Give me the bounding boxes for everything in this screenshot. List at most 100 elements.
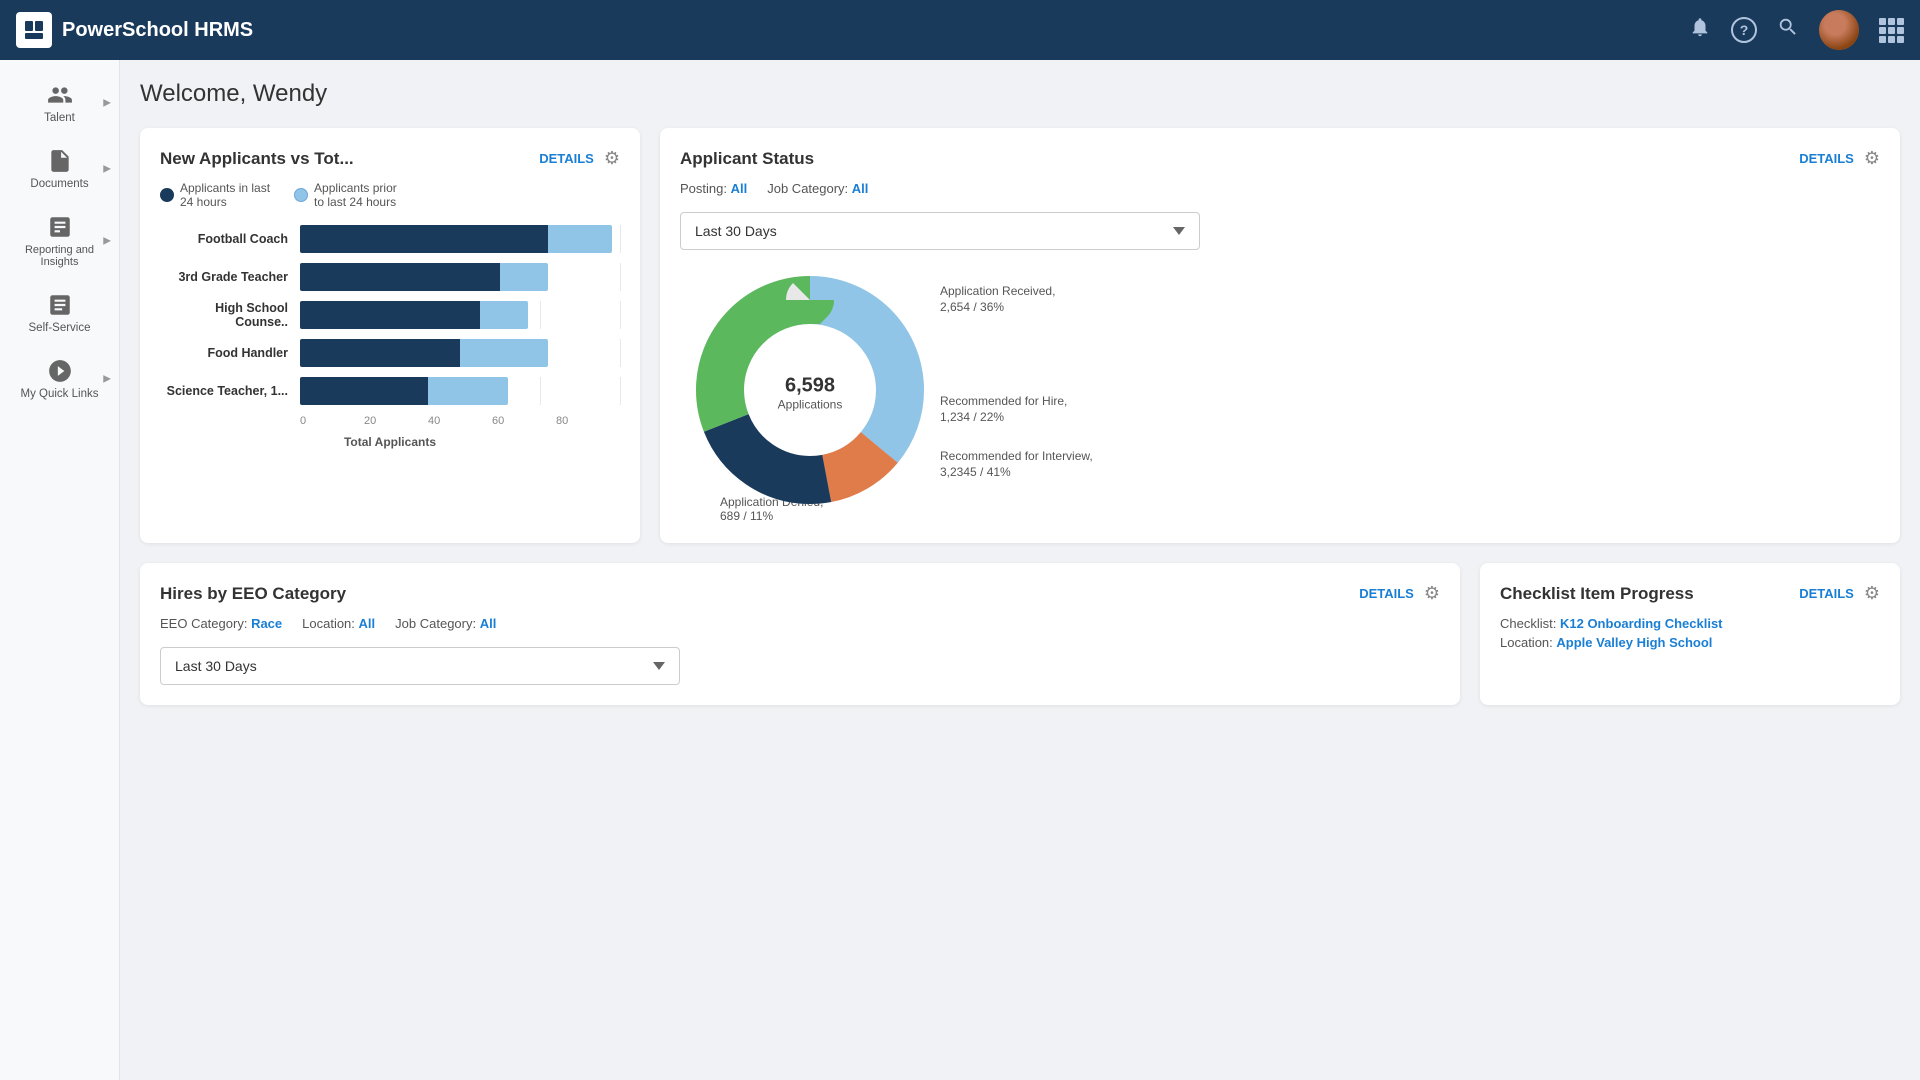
hires-location-value: All bbox=[359, 616, 376, 631]
interview-value: 3,2345 / 41% bbox=[940, 465, 1011, 479]
documents-arrow: ▶ bbox=[103, 164, 111, 175]
job-category-label: Job Category: All bbox=[767, 181, 868, 196]
hires-eeo-dropdown[interactable]: Last 30 Days Last 7 Days Last 90 Days La… bbox=[160, 647, 680, 685]
hires-eeo-details-link[interactable]: DETAILS bbox=[1359, 586, 1414, 601]
sidebar-label-reporting: Reporting and Insights bbox=[8, 244, 111, 268]
new-applicants-title: New Applicants vs Tot... bbox=[160, 149, 354, 169]
logo-icon bbox=[16, 12, 52, 48]
bar-grid-line bbox=[620, 225, 621, 253]
hire-value: 1,234 / 22% bbox=[940, 410, 1004, 424]
bell-icon[interactable] bbox=[1689, 16, 1711, 44]
bar-row: 3rd Grade Teacher bbox=[160, 263, 620, 291]
bottom-cards-row: Hires by EEO Category DETAILS ⚙ EEO Cate… bbox=[140, 563, 1900, 705]
search-icon[interactable] bbox=[1777, 16, 1799, 44]
checklist-location-value: Apple Valley High School bbox=[1556, 635, 1712, 650]
bar-container bbox=[300, 301, 620, 329]
new-applicants-header: New Applicants vs Tot... DETAILS ⚙ bbox=[160, 148, 620, 169]
applicant-status-details-link[interactable]: DETAILS bbox=[1799, 151, 1854, 166]
donut-chart-area: 6,598 Applications Application Received,… bbox=[680, 250, 1880, 535]
applicant-status-actions: DETAILS ⚙ bbox=[1799, 148, 1880, 169]
avatar[interactable] bbox=[1819, 10, 1859, 50]
donut-svg bbox=[680, 260, 940, 520]
new-applicants-actions: DETAILS ⚙ bbox=[539, 148, 620, 169]
talent-arrow: ▶ bbox=[103, 98, 111, 109]
hires-eeo-dropdown-wrapper: Last 30 Days Last 7 Days Last 90 Days La… bbox=[160, 647, 680, 685]
bar-chart: Football Coach 3rd Grade Teacher High Scho… bbox=[160, 225, 620, 405]
legend-dot-dark bbox=[160, 188, 174, 202]
bar-dark bbox=[300, 301, 480, 329]
bar-grid-line bbox=[620, 377, 621, 405]
app-logo[interactable]: PowerSchool HRMS bbox=[16, 12, 1689, 48]
topnav-icons: ? bbox=[1689, 10, 1904, 50]
new-applicants-legend: Applicants in last24 hours Applicants pr… bbox=[160, 181, 620, 209]
eeo-category-filter: EEO Category: Race bbox=[160, 616, 282, 631]
sidebar-item-talent[interactable]: Talent ▶ bbox=[0, 70, 119, 136]
sidebar-label-documents: Documents bbox=[30, 178, 88, 190]
bar-light bbox=[460, 339, 548, 367]
bar-container bbox=[300, 263, 620, 291]
hires-job-category-filter: Job Category: All bbox=[395, 616, 496, 631]
checklist-details-link[interactable]: DETAILS bbox=[1799, 586, 1854, 601]
sidebar-item-quick-links[interactable]: My Quick Links ▶ bbox=[0, 346, 119, 412]
bar-row: Football Coach bbox=[160, 225, 620, 253]
bar-dark bbox=[300, 339, 460, 367]
quick-links-arrow: ▶ bbox=[103, 374, 111, 385]
bar-dark bbox=[300, 263, 500, 291]
help-icon[interactable]: ? bbox=[1731, 17, 1757, 43]
hires-eeo-card: Hires by EEO Category DETAILS ⚙ EEO Cate… bbox=[140, 563, 1460, 705]
sidebar-item-self-service[interactable]: Self-Service bbox=[0, 280, 119, 346]
sidebar-item-reporting[interactable]: Reporting and Insights ▶ bbox=[0, 202, 119, 280]
bar-grid-line bbox=[620, 339, 621, 367]
bar-row: High School Counse.. bbox=[160, 301, 620, 329]
new-applicants-details-link[interactable]: DETAILS bbox=[539, 151, 594, 166]
legend-label-last24: Applicants in last24 hours bbox=[180, 181, 270, 209]
sidebar: Talent ▶ Documents ▶ Reporting and Insig… bbox=[0, 60, 120, 1080]
hires-job-category-value: All bbox=[480, 616, 497, 631]
top-cards-row: New Applicants vs Tot... DETAILS ⚙ Appli… bbox=[140, 128, 1900, 543]
xaxis-label: 80 bbox=[556, 415, 620, 427]
bar-container bbox=[300, 339, 620, 367]
checklist-card: Checklist Item Progress DETAILS ⚙ Checkl… bbox=[1480, 563, 1900, 705]
hires-eeo-header: Hires by EEO Category DETAILS ⚙ bbox=[160, 583, 1440, 604]
bar-label: High School Counse.. bbox=[160, 301, 300, 329]
bar-container bbox=[300, 225, 620, 253]
hires-eeo-filters: EEO Category: Race Location: All Job Cat… bbox=[160, 616, 1440, 631]
bar-row: Food Handler bbox=[160, 339, 620, 367]
bar-light bbox=[500, 263, 548, 291]
applicant-status-dropdown[interactable]: Last 30 Days Last 7 Days Last 90 Days La… bbox=[680, 212, 1200, 250]
applicant-status-card: Applicant Status DETAILS ⚙ Posting: All … bbox=[660, 128, 1900, 543]
legend-last24: Applicants in last24 hours bbox=[160, 181, 270, 209]
checklist-title: Checklist Item Progress bbox=[1500, 584, 1694, 604]
bar-label: Football Coach bbox=[160, 232, 300, 246]
checklist-gear-icon[interactable]: ⚙ bbox=[1864, 583, 1880, 604]
checklist-header: Checklist Item Progress DETAILS ⚙ bbox=[1500, 583, 1880, 604]
sidebar-item-documents[interactable]: Documents ▶ bbox=[0, 136, 119, 202]
checklist-name-value: K12 Onboarding Checklist bbox=[1560, 616, 1723, 631]
main-content: Welcome, Wendy New Applicants vs Tot... … bbox=[120, 60, 1920, 1080]
app-grid-icon[interactable] bbox=[1879, 18, 1904, 43]
received-value: 2,654 / 36% bbox=[940, 300, 1004, 314]
hires-eeo-title: Hires by EEO Category bbox=[160, 584, 346, 604]
applicant-status-title: Applicant Status bbox=[680, 149, 814, 169]
bar-grid-line bbox=[540, 301, 541, 329]
bar-container bbox=[300, 377, 620, 405]
bar-light bbox=[428, 377, 508, 405]
legend-dot-light bbox=[294, 188, 308, 202]
donut-labels-container: Application Received,2,654 / 36% Recomme… bbox=[940, 263, 1880, 523]
bar-light bbox=[480, 301, 528, 329]
bar-light bbox=[548, 225, 612, 253]
new-applicants-card: New Applicants vs Tot... DETAILS ⚙ Appli… bbox=[140, 128, 640, 543]
bar-grid-line bbox=[620, 301, 621, 329]
label-hire: Recommended for Hire,1,234 / 22% bbox=[940, 393, 1067, 427]
sidebar-label-talent: Talent bbox=[44, 112, 75, 124]
new-applicants-gear-icon[interactable]: ⚙ bbox=[604, 148, 620, 169]
legend-label-prior: Applicants priorto last 24 hours bbox=[314, 181, 397, 209]
xaxis-label: 20 bbox=[364, 415, 428, 427]
avatar-image bbox=[1819, 10, 1859, 50]
checklist-name-field: Checklist: K12 Onboarding Checklist bbox=[1500, 616, 1880, 631]
applicant-status-gear-icon[interactable]: ⚙ bbox=[1864, 148, 1880, 169]
welcome-title: Welcome, Wendy bbox=[140, 80, 1900, 108]
applicant-status-dropdown-wrapper: Last 30 Days Last 7 Days Last 90 Days La… bbox=[680, 212, 1200, 250]
bar-label: Food Handler bbox=[160, 346, 300, 360]
hires-eeo-gear-icon[interactable]: ⚙ bbox=[1424, 583, 1440, 604]
